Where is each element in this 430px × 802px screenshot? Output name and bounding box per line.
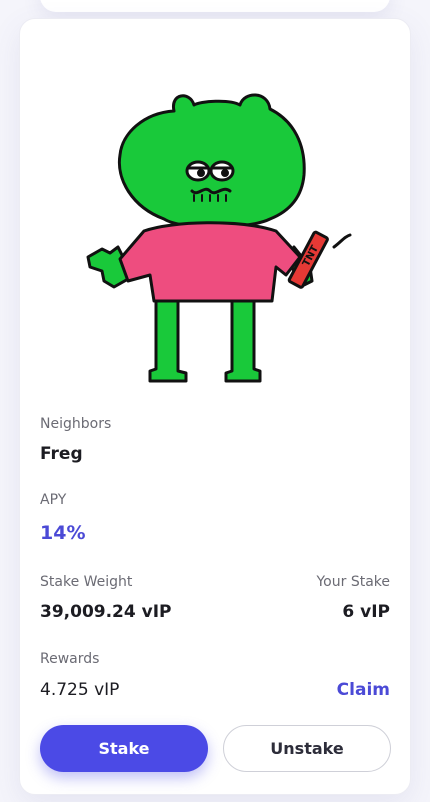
staking-card: TNT Neighbors Freg APY 14% Stake Weight …: [19, 18, 411, 795]
your-stake-value: 6 vIP: [342, 602, 390, 622]
your-stake-label: Your Stake: [316, 574, 390, 590]
stake-button[interactable]: Stake: [40, 725, 208, 772]
unstake-button[interactable]: Unstake: [223, 725, 391, 772]
nft-image: TNT: [86, 93, 352, 383]
nft-name: Freg: [40, 444, 83, 464]
apy-value: 14%: [40, 522, 86, 544]
collection-label: Neighbors: [40, 416, 112, 432]
rewards-value: 4.725 vIP: [40, 680, 120, 700]
stake-weight-value: 39,009.24 vIP: [40, 602, 172, 622]
claim-link[interactable]: Claim: [337, 680, 390, 700]
stake-weight-label: Stake Weight: [40, 574, 133, 590]
apy-label: APY: [40, 492, 67, 508]
previous-card-edge: [40, 0, 390, 12]
rewards-label: Rewards: [40, 651, 100, 667]
